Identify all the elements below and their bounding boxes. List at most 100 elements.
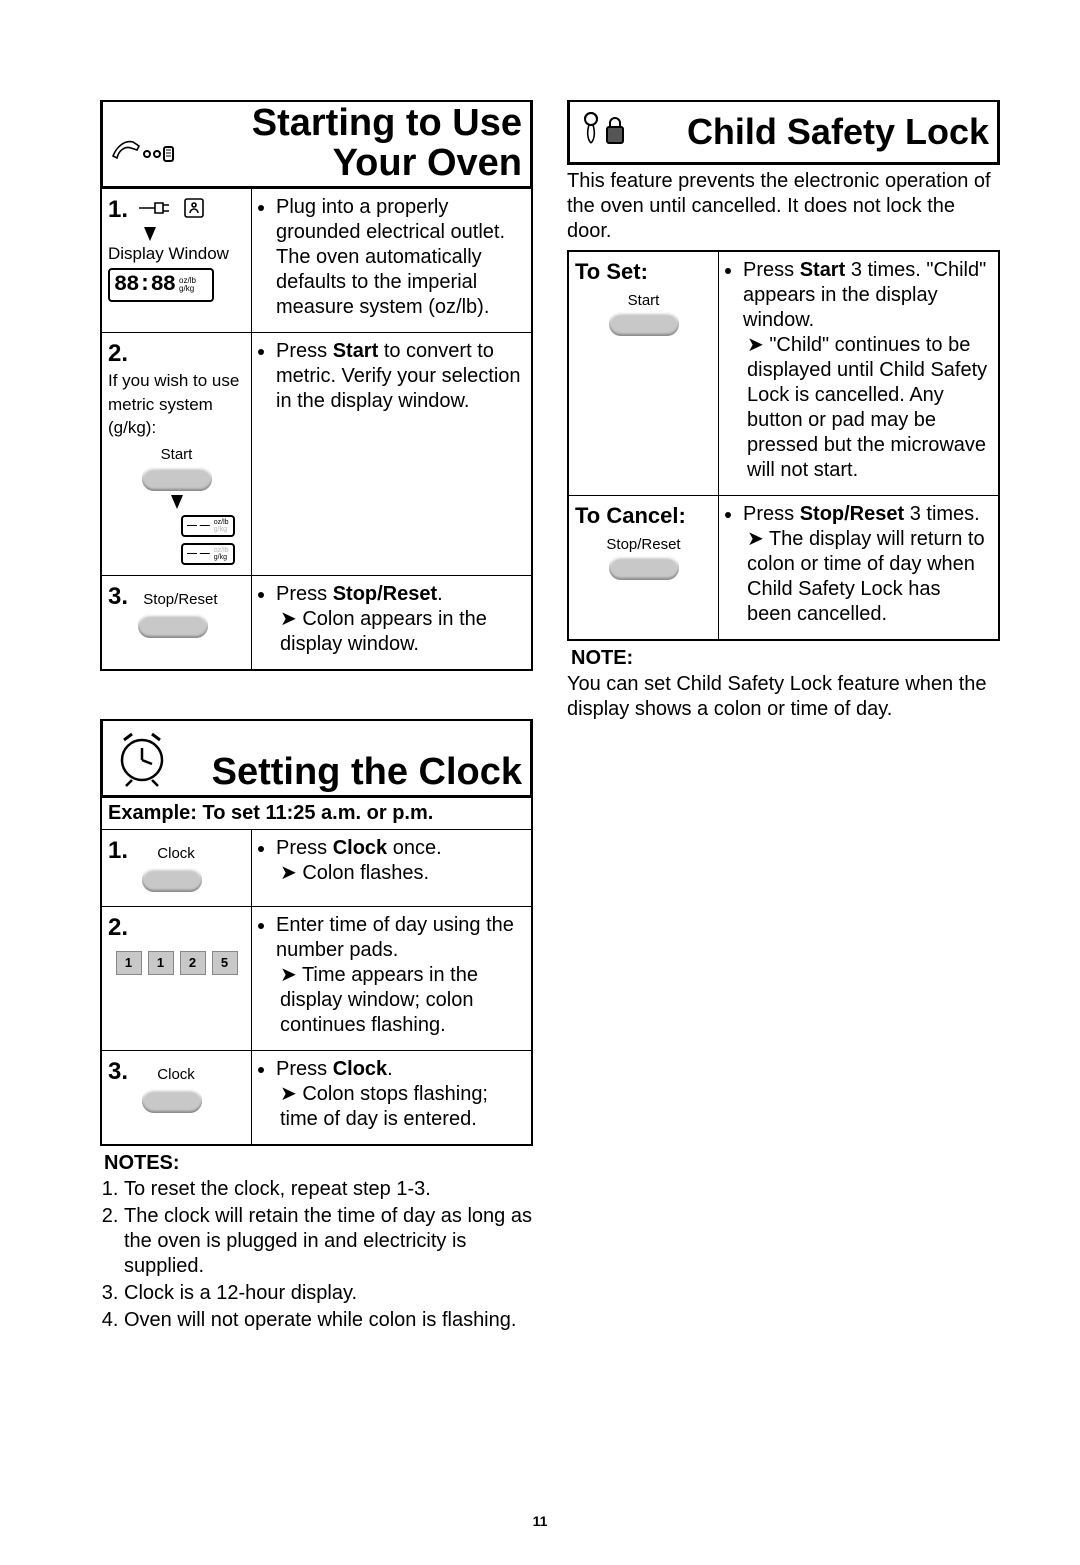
- step-bullet: Press Start 3 times. "Child" appears in …: [743, 258, 990, 483]
- section-title: Starting to Use Your Oven: [177, 104, 526, 184]
- clock-steps: 1. Clock Press Clock once. Colon flashes…: [100, 830, 533, 1146]
- start-button-label: Start: [108, 446, 245, 465]
- step-text: Press Stop/Reset.: [276, 583, 443, 605]
- num-key: 1: [116, 951, 142, 975]
- step-text: Press Start 3 times. "Child" appears in …: [743, 259, 986, 331]
- display-units: oz/lb g/kg: [179, 277, 196, 293]
- step-number: 3.: [108, 582, 128, 612]
- step-text: The oven automatically defaults to the i…: [276, 246, 489, 318]
- step-text: Plug into a properly grounded electrical…: [276, 196, 505, 243]
- child-lock-note: You can set Child Safety Lock feature wh…: [567, 672, 1000, 722]
- number-pad-icon: 1 1 2 5: [108, 951, 245, 975]
- step-row: To Cancel: Stop/Reset Press Stop/Reset 3…: [569, 496, 998, 639]
- right-column: Child Safety Lock This feature prevents …: [567, 100, 1000, 1335]
- step-number: 1.: [108, 195, 128, 225]
- step-left-text: If you wish to use metric system (g/kg):: [108, 371, 239, 438]
- step-row: To Set: Start Press Start 3 times. "Chil…: [569, 252, 998, 496]
- step-bullet: Press Start to convert to metric. Verify…: [276, 339, 523, 414]
- step-bullet: Plug into a properly grounded electrical…: [276, 195, 523, 320]
- step-bullet: Press Stop/Reset 3 times. The display wi…: [743, 502, 990, 627]
- clock-button-icon: [142, 868, 202, 892]
- stop-reset-button-label: Stop/Reset: [575, 536, 712, 555]
- step-right-cell: Enter time of day using the number pads.…: [252, 907, 531, 1050]
- step-text: Enter time of day using the number pads.: [276, 914, 514, 961]
- step-left-cell: 3. Stop/Reset: [102, 576, 252, 669]
- to-cancel-label: To Cancel:: [575, 502, 712, 530]
- clock-button-icon: [142, 1089, 202, 1113]
- note-item: Clock is a 12-hour display.: [124, 1281, 533, 1306]
- child-lock-intro: This feature prevents the electronic ope…: [567, 169, 1000, 244]
- example-header: Example: To set 11:25 a.m. or p.m.: [100, 798, 533, 830]
- step-right-cell: Press Stop/Reset 3 times. The display wi…: [719, 496, 998, 639]
- display-digits: 88:88: [114, 271, 175, 299]
- section-setting-clock-title: Setting the Clock: [100, 719, 533, 798]
- stop-reset-button-icon: [609, 556, 679, 580]
- step-row: 2. 1 1 2 5 Enter time of day using the n…: [102, 907, 531, 1051]
- step-left-cell: 1. Display Window 88:88: [102, 189, 252, 332]
- step-number: 2.: [108, 913, 128, 943]
- step-right-cell: Plug into a properly grounded electrical…: [252, 189, 531, 332]
- step-sub: "Child" continues to be displayed until …: [743, 333, 990, 483]
- step-left-cell: 3. Clock: [102, 1051, 252, 1144]
- step-right-cell: Press Clock once. Colon flashes.: [252, 830, 531, 906]
- step-sub: Colon flashes.: [276, 861, 523, 886]
- display-window-icon: 88:88 oz/lb g/kg: [108, 268, 214, 302]
- step-left-cell: 2. 1 1 2 5: [102, 907, 252, 1050]
- section-starting-oven-title: Starting to Use Your Oven: [100, 100, 533, 189]
- step-row: 3. Clock Press Clock. Colon stops flashi…: [102, 1051, 531, 1144]
- unit-bot: g/kg: [179, 284, 194, 293]
- manual-page: Starting to Use Your Oven 1.: [0, 0, 1080, 1565]
- section-title: Setting the Clock: [177, 753, 526, 793]
- arrow-down-icon: [171, 495, 183, 509]
- step-bullet: Press Clock. Colon stops flashing; time …: [276, 1057, 523, 1132]
- note-heading: NOTE:: [571, 647, 1000, 670]
- start-button-label: Start: [575, 292, 712, 311]
- step-text: Press Clock.: [276, 1058, 393, 1080]
- plug-icon: [137, 195, 207, 221]
- start-button-icon: [142, 467, 212, 491]
- child-lock-rows: To Set: Start Press Start 3 times. "Chil…: [567, 250, 1000, 641]
- note-item: The clock will retain the time of day as…: [124, 1204, 533, 1279]
- step-right-cell: Press Start to convert to metric. Verify…: [252, 333, 531, 575]
- starting-oven-steps: 1. Display Window 88:88: [100, 189, 533, 671]
- num-key: 1: [148, 951, 174, 975]
- step-right-cell: Press Stop/Reset. Colon appears in the d…: [252, 576, 531, 669]
- step-row: 2. If you wish to use metric system (g/k…: [102, 333, 531, 576]
- unit-toggle-icon: — — oz/lbg/kg — — oz/lbg/kg: [108, 511, 245, 565]
- step-number: 1.: [108, 836, 128, 866]
- arrow-down-icon: [144, 227, 156, 241]
- step-text: Press Stop/Reset 3 times.: [743, 503, 980, 525]
- step-row: 1. Display Window 88:88: [102, 189, 531, 333]
- step-sub: Time appears in the display window; colo…: [276, 963, 523, 1038]
- step-bullet: Press Clock once. Colon flashes.: [276, 836, 523, 886]
- section-child-lock-title: Child Safety Lock: [567, 100, 1000, 165]
- step-bullet: Press Stop/Reset. Colon appears in the d…: [276, 582, 523, 657]
- num-key: 5: [212, 951, 238, 975]
- clock-button-label: Clock: [157, 1066, 195, 1085]
- step-row: 3. Stop/Reset Press Stop/Reset. Colon ap…: [102, 576, 531, 669]
- stop-reset-button-label: Stop/Reset: [143, 591, 217, 608]
- num-key: 2: [180, 951, 206, 975]
- step-text: Press Clock once.: [276, 837, 442, 859]
- step-number: 2.: [108, 339, 128, 369]
- step-sub: The display will return to colon or time…: [743, 527, 990, 627]
- note-item: To reset the clock, repeat step 1-3.: [124, 1177, 533, 1202]
- two-column-layout: Starting to Use Your Oven 1.: [100, 100, 1000, 1335]
- to-set-label: To Set:: [575, 258, 712, 286]
- clock-button-label: Clock: [157, 845, 195, 864]
- alarm-clock-icon: [107, 723, 177, 793]
- clock-notes: NOTES: To reset the clock, repeat step 1…: [100, 1152, 533, 1333]
- stop-reset-button-icon: [138, 614, 208, 638]
- step-right-cell: Press Start 3 times. "Child" appears in …: [719, 252, 998, 495]
- hand-pressing-buttons-icon: [107, 114, 177, 184]
- step-sub: Colon appears in the display window.: [276, 607, 523, 657]
- step-number: 3.: [108, 1057, 128, 1087]
- section-title: Child Safety Lock: [630, 113, 993, 151]
- child-lock-icon: [574, 104, 630, 160]
- step-left-cell: To Set: Start: [569, 252, 719, 495]
- step-left-cell: To Cancel: Stop/Reset: [569, 496, 719, 639]
- start-button-icon: [609, 312, 679, 336]
- step-bullet: Enter time of day using the number pads.…: [276, 913, 523, 1038]
- step-row: 1. Clock Press Clock once. Colon flashes…: [102, 830, 531, 907]
- step-sub: Colon stops flashing; time of day is ent…: [276, 1082, 523, 1132]
